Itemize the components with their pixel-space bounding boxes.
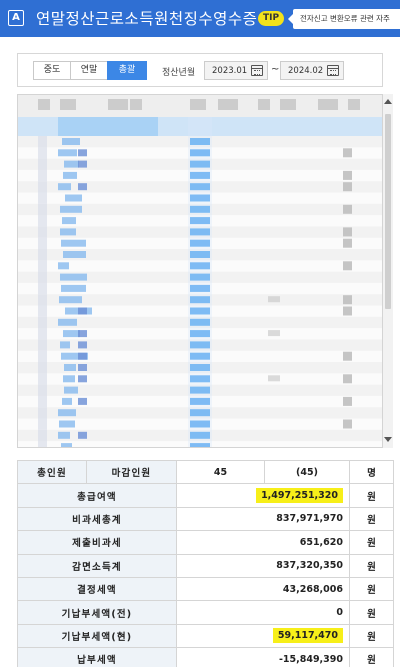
summary-row-unit: 원 (349, 553, 394, 578)
summary-row: 납부세액 -15,849,390 원 (17, 647, 394, 667)
summary-row-unit: 원 (349, 623, 394, 649)
summary-row-value: 1,497,251,320 (256, 488, 343, 504)
summary-row-value: 837,971,970 (276, 513, 343, 525)
scroll-up-icon[interactable] (384, 99, 392, 104)
summary-row-value: 59,117,470 (272, 628, 343, 644)
tab-yearend[interactable]: 연말 (70, 61, 108, 80)
summary-row: 기납부세액(전) 0 원 (17, 600, 394, 625)
total-headcount-label: 총인원 (17, 459, 87, 485)
summary-row-label: 총급여액 (17, 483, 177, 508)
summary-row-unit: 원 (349, 576, 394, 602)
summary-row-value: -15,849,390 (278, 653, 343, 665)
summary-row-value: 651,620 (299, 536, 343, 548)
employee-grid[interactable] (17, 94, 383, 448)
date-to-value[interactable]: 2024.02 (288, 66, 323, 76)
summary-row-label: 납부세액 (17, 647, 177, 667)
calendar-icon[interactable] (251, 65, 263, 76)
summary-row-value-cell: 1,497,251,320 (176, 483, 350, 508)
summary-row-value-cell: -15,849,390 (176, 647, 350, 667)
title-bar: A 연말정산근로소득원천징수영수증 TIP 전자신고 변환오류 관련 자주 (0, 0, 400, 37)
closed-count: 45 (176, 459, 265, 485)
summary-row: 결정세액 43,268,006 원 (17, 576, 394, 602)
app-icon: A (8, 10, 24, 26)
tip-banner[interactable]: 전자신고 변환오류 관련 자주 (288, 9, 400, 29)
summary-row-value: 43,268,006 (282, 583, 343, 595)
summary-row-unit: 원 (349, 647, 394, 667)
summary-row-value-cell: 43,268,006 (176, 576, 350, 602)
masked-grid-content (18, 95, 382, 447)
summary-row-value: 0 (336, 607, 343, 619)
summary-row: 총급여액 1,497,251,320 원 (17, 483, 394, 508)
date-from-value[interactable]: 2023.01 (212, 66, 247, 76)
scrollbar-thumb[interactable] (385, 114, 391, 309)
summary-row-label: 감면소득계 (17, 553, 177, 578)
summary-row-value-cell: 59,117,470 (176, 623, 350, 649)
summary-row-label: 비과세총계 (17, 506, 177, 532)
date-to-field[interactable]: 2024.02 (280, 61, 344, 80)
summary-row: 제출비과세 651,620 원 (17, 530, 394, 555)
tab-summary[interactable]: 총괄 (107, 61, 147, 80)
summary-row-label: 제출비과세 (17, 530, 177, 555)
date-separator: ~ (271, 64, 280, 75)
closed-headcount-label: 마감인원 (86, 459, 177, 485)
period-label: 정산년월 (162, 68, 196, 78)
calendar-icon[interactable] (327, 65, 339, 76)
summary-table: 총인원 마감인원 45 (45) 명 총급여액 1,497,251,320 원 비과세… (17, 459, 394, 667)
summary-row-value: 837,320,350 (276, 560, 343, 572)
page-title: 연말정산근로소득원천징수영수증 (36, 10, 258, 28)
filter-panel: 중도 연말 총괄 정산년월 2023.01 ~ 2024.02 (17, 53, 383, 87)
summary-row-value-cell: 837,320,350 (176, 553, 350, 578)
tip-text[interactable]: 전자신고 변환오류 관련 자주 (300, 13, 390, 24)
summary-row: 감면소득계 837,320,350 원 (17, 553, 394, 578)
summary-row-unit: 원 (349, 600, 394, 625)
summary-row-value-cell: 837,971,970 (176, 506, 350, 532)
tab-midyear[interactable]: 중도 (33, 61, 71, 80)
summary-row-value-cell: 0 (176, 600, 350, 625)
summary-row-label: 기납부세액(현) (17, 623, 177, 649)
summary-row-label: 결정세액 (17, 576, 177, 602)
summary-row: 비과세총계 837,971,970 원 (17, 506, 394, 532)
summary-row-unit: 원 (349, 506, 394, 532)
summary-row-unit: 원 (349, 530, 394, 555)
scroll-down-icon[interactable] (384, 437, 392, 442)
summary-row-label: 기납부세액(전) (17, 600, 177, 625)
tip-badge[interactable]: TIP (258, 11, 284, 26)
summary-row-unit: 원 (349, 483, 394, 508)
date-from-field[interactable]: 2023.01 (204, 61, 268, 80)
summary-header-row: 총인원 마감인원 45 (45) 명 (17, 459, 394, 485)
closed-count-paren: (45) (264, 459, 350, 485)
grid-scrollbar[interactable] (383, 94, 393, 448)
headcount-unit: 명 (349, 459, 394, 485)
summary-row: 기납부세액(현) 59,117,470 원 (17, 623, 394, 649)
summary-row-value-cell: 651,620 (176, 530, 350, 555)
